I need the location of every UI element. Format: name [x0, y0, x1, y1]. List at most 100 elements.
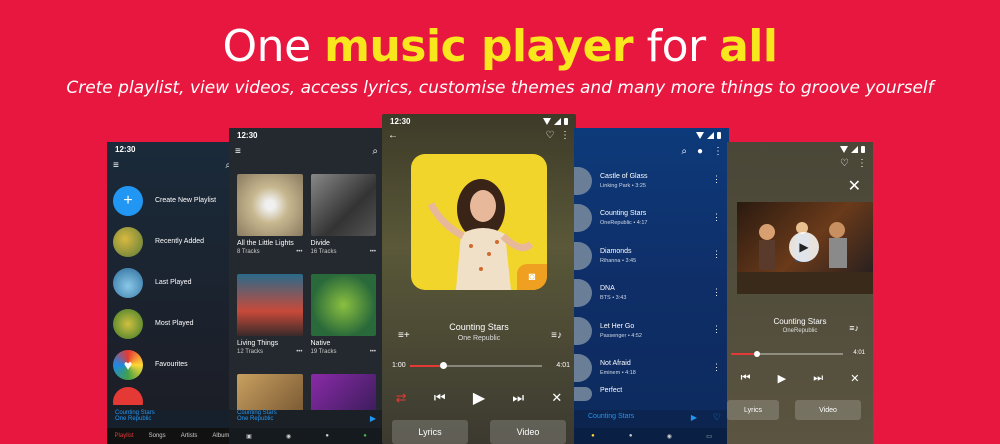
list-item[interactable]: Recently Added — [107, 221, 237, 262]
heart-icon[interactable]: ♡ — [713, 412, 721, 423]
folder-icon[interactable]: ▭ — [706, 433, 712, 440]
play-icon[interactable]: ▶ — [778, 372, 786, 385]
play-icon[interactable]: ▶ — [473, 388, 485, 408]
status-bar: 12:30 — [107, 142, 237, 156]
nav-icon[interactable]: ◉ — [667, 433, 672, 440]
headline-word: for — [633, 21, 720, 72]
seek-thumb[interactable] — [753, 351, 760, 357]
album-title: Native — [310, 340, 331, 347]
list-item[interactable]: Most Played — [107, 303, 237, 344]
mini-player[interactable]: Counting Stars One Republic ▶ — [229, 410, 384, 428]
album-tracks: 16 Tracks — [310, 249, 337, 255]
mic-icon[interactable]: ● — [697, 146, 703, 157]
queue-icon[interactable]: ≡♪ — [551, 330, 562, 341]
repeat-icon[interactable]: ⇄ — [396, 390, 407, 406]
playlist-label: Favourites — [155, 361, 188, 368]
mini-player[interactable]: Counting Stars One Republic — [107, 410, 237, 428]
heart-icon[interactable]: ♡ — [545, 130, 554, 141]
more-icon[interactable]: ⋮ — [712, 287, 721, 298]
next-icon[interactable]: ⏭ — [813, 372, 823, 385]
more-icon[interactable]: ⋮ — [712, 174, 721, 185]
shuffle-icon[interactable]: ✕ — [551, 390, 562, 406]
list-item[interactable]: Not Afraid Eminem • 4:18 ⋮ — [574, 350, 729, 388]
status-bar: 12:30 — [229, 128, 384, 142]
seek-thumb[interactable] — [440, 362, 447, 369]
album-card[interactable]: Divide 16 Tracks ••• — [310, 174, 376, 266]
more-icon[interactable]: ⋮ — [560, 130, 570, 141]
list-item[interactable]: Perfect — [574, 387, 729, 407]
play-icon[interactable]: ▶ — [370, 414, 376, 423]
video-player[interactable]: ▶ — [737, 202, 873, 294]
album-card[interactable] — [310, 374, 376, 414]
more-icon[interactable]: ••• — [296, 349, 302, 355]
playlist-thumb — [113, 387, 143, 405]
more-icon[interactable]: ⋮ — [712, 212, 721, 223]
play-icon[interactable]: ▶ — [789, 232, 819, 262]
nav-icon[interactable]: ● — [325, 433, 329, 439]
list-item[interactable]: Castle of Glass Linking Park • 3:25 ⋮ — [574, 162, 729, 200]
nav-playlist[interactable]: Playlist — [115, 433, 134, 439]
playback-controls: ⇄ ⏮ ▶ ⏭ ✕ — [382, 388, 576, 408]
album-card[interactable]: Native 19 Tracks ••• — [310, 274, 376, 366]
more-icon[interactable]: ⋮ — [857, 158, 867, 169]
more-icon[interactable]: ••• — [370, 349, 376, 355]
more-icon[interactable]: ••• — [370, 249, 376, 255]
list-item[interactable]: DNA BTS • 3:43 ⋮ — [574, 275, 729, 313]
lyrics-button[interactable]: Lyrics — [727, 400, 779, 420]
next-icon[interactable]: ⏭ — [512, 390, 524, 406]
more-icon[interactable]: ••• — [296, 249, 302, 255]
list-item[interactable] — [107, 385, 237, 405]
more-icon[interactable]: ⋮ — [712, 249, 721, 260]
list-item[interactable]: Diamonds Rihanna • 3:45 ⋮ — [574, 237, 729, 275]
nav-icon[interactable]: ● — [591, 433, 595, 439]
album-art — [310, 274, 376, 336]
playlist-thumb — [113, 226, 143, 257]
previous-icon[interactable]: ⏮ — [741, 372, 751, 385]
list-item[interactable]: ♥ Favourites — [107, 344, 237, 385]
camera-icon[interactable]: ◙ — [517, 264, 547, 290]
list-item[interactable]: Counting Stars OneRepublic • 4:17 ⋮ — [574, 200, 729, 238]
nav-songs[interactable]: Songs — [149, 433, 166, 439]
album-card[interactable] — [237, 374, 303, 414]
seek-bar[interactable] — [410, 362, 542, 369]
queue-icon[interactable]: ≡♪ — [849, 323, 859, 333]
nav-icon[interactable]: ◉ — [286, 433, 291, 440]
previous-icon[interactable]: ⏮ — [434, 390, 446, 406]
song-thumb — [574, 166, 592, 195]
nav-icon[interactable]: ● — [629, 433, 633, 439]
video-button[interactable]: Video — [490, 420, 566, 444]
album-title: All the Little Lights — [237, 240, 294, 247]
nav-artists[interactable]: Artists — [181, 433, 198, 439]
lyrics-button[interactable]: Lyrics — [392, 420, 468, 444]
song-thumb — [574, 241, 592, 270]
list-item[interactable]: + Create New Playlist — [107, 180, 237, 221]
more-icon[interactable]: ⋮ — [712, 324, 721, 335]
nav-album[interactable]: Album — [212, 433, 229, 439]
song-title: Not Afraid — [600, 360, 631, 368]
back-icon[interactable]: ← — [388, 130, 398, 141]
album-card[interactable]: All the Little Lights 8 Tracks ••• — [237, 174, 303, 266]
more-icon[interactable]: ⋮ — [713, 146, 723, 157]
close-icon[interactable]: ✕ — [848, 176, 861, 196]
nav-icon[interactable]: ▣ — [246, 433, 252, 440]
mini-player-artist: One Republic — [115, 416, 152, 422]
seek-bar[interactable] — [731, 351, 843, 357]
menu-icon[interactable]: ≡ — [235, 146, 241, 157]
search-icon[interactable]: ⌕ — [372, 146, 378, 157]
list-item[interactable]: Let Her Go Passenger • 4:52 ⋮ — [574, 312, 729, 350]
toolbar: ≡ ⌕ — [229, 142, 384, 160]
search-icon[interactable]: ⌕ — [681, 146, 687, 157]
album-card[interactable]: Living Things 12 Tracks ••• — [237, 274, 303, 366]
menu-icon[interactable]: ≡ — [113, 160, 119, 171]
mini-player[interactable]: Counting Stars ▶ ♡ — [574, 410, 729, 428]
phone-video: ♡ ⋮ ✕ ▶ Counting Stars OneRepublic ≡♪ 4:… — [727, 142, 873, 444]
heart-icon[interactable]: ♡ — [840, 158, 849, 169]
phone-albums: 12:30 ≡ ⌕ All the Little Lights 8 Tracks… — [229, 128, 384, 444]
play-icon[interactable]: ▶ — [691, 413, 697, 422]
shuffle-icon[interactable]: ✕ — [850, 372, 859, 385]
more-icon[interactable]: ⋮ — [712, 362, 721, 373]
nav-icon[interactable]: ● — [363, 433, 367, 439]
video-button[interactable]: Video — [795, 400, 861, 420]
list-item[interactable]: Last Played — [107, 262, 237, 303]
playlist-thumb — [113, 308, 143, 339]
